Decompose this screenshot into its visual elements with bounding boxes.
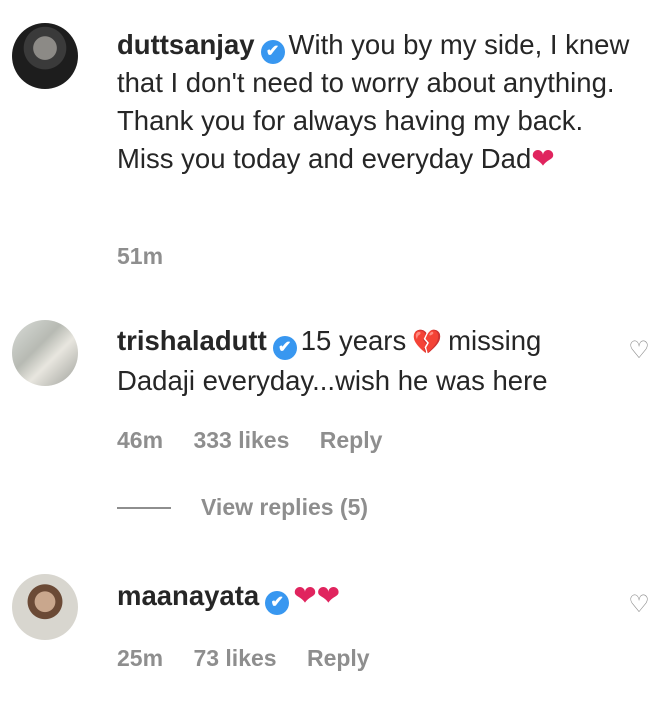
heart-emoji-icon: ❤ [531,143,555,174]
username[interactable]: trishaladutt [117,325,267,356]
reply-button[interactable]: Reply [320,427,383,453]
verified-badge-icon: ✔ [260,40,285,64]
comment-text: duttsanjay ✔ With you by my side, I knew t… [117,26,637,178]
username[interactable]: maanayata [117,580,259,611]
divider-line [117,506,171,509]
comment-text: trishaladutt ✔ 15 years 💔 missing Dadaji eve… [117,322,597,400]
timestamp: 51m [117,243,164,269]
comment-meta: 25m 73 likes Reply [117,645,394,672]
timestamp: 46m [117,427,164,453]
username[interactable]: duttsanjay [117,29,255,60]
avatar[interactable] [12,574,78,640]
avatar[interactable] [12,320,78,386]
comment-meta: 51m [117,243,187,270]
avatar[interactable] [12,23,78,89]
verified-badge-icon: ✔ [272,336,297,360]
reply-button[interactable]: Reply [307,645,370,671]
comment-meta: 46m 333 likes Reply [117,427,406,454]
verified-badge-icon: ✔ [265,591,290,615]
like-count[interactable]: 73 likes [193,645,276,671]
view-replies-button[interactable]: View replies (5) [117,494,368,521]
like-count[interactable]: 333 likes [193,427,289,453]
broken-heart-emoji-icon: 💔 [412,329,443,356]
like-heart-icon[interactable]: ♡ [624,336,654,366]
like-heart-icon[interactable]: ♡ [624,590,654,620]
hearts-emoji-icon: ❤❤ [293,580,341,611]
comment-text: maanayata ✔ ❤❤ [117,577,637,615]
view-replies-label: View replies (5) [201,494,369,520]
comment-body-start: 15 years [300,325,407,356]
timestamp: 25m [117,645,164,671]
